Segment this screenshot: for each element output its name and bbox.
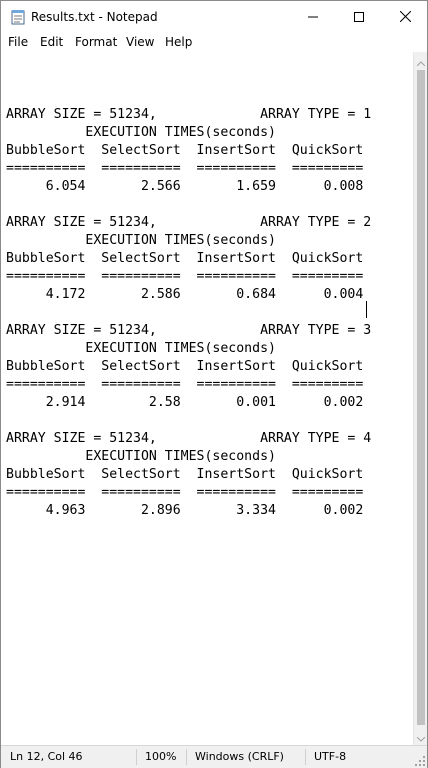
text-cursor — [366, 301, 367, 318]
text-line: 4.963 2.896 3.334 0.002 — [6, 503, 364, 518]
text-line: 6.054 2.566 1.659 0.008 — [6, 179, 364, 194]
title-bar[interactable]: Results.txt - Notepad — [1, 1, 427, 32]
text-line: ARRAY SIZE = 51234, ARRAY TYPE = 4 — [6, 431, 372, 446]
line-endings: Windows (CRLF) — [195, 750, 284, 763]
minimize-button[interactable] — [290, 1, 336, 32]
text-line: BubbleSort SelectSort InsertSort QuickSo… — [6, 251, 364, 266]
window-title: Results.txt - Notepad — [31, 10, 158, 24]
text-line: ARRAY SIZE = 51234, ARRAY TYPE = 2 — [6, 215, 372, 230]
status-divider — [305, 749, 306, 765]
text-line: BubbleSort SelectSort InsertSort QuickSo… — [6, 359, 364, 374]
text-line: ========== ========== ========== =======… — [6, 161, 364, 176]
text-line: EXECUTION TIMES(seconds) — [6, 341, 276, 356]
text-editor[interactable]: ARRAY SIZE = 51234, ARRAY TYPE = 1 EXECU… — [1, 52, 413, 745]
maximize-icon — [354, 7, 364, 26]
minimize-icon — [308, 7, 318, 26]
scroll-down-button[interactable] — [414, 728, 428, 745]
close-button[interactable] — [382, 1, 428, 32]
encoding: UTF-8 — [314, 750, 347, 763]
cursor-position: Ln 12, Col 46 — [10, 750, 83, 763]
text-line: 4.172 2.586 0.684 0.004 — [6, 287, 364, 302]
text-line: EXECUTION TIMES(seconds) — [6, 125, 276, 140]
text-line: ​ — [6, 196, 371, 214]
status-divider — [186, 749, 187, 765]
text-line: EXECUTION TIMES(seconds) — [6, 233, 276, 248]
editor-text: ARRAY SIZE = 51234, ARRAY TYPE = 1 EXECU… — [6, 88, 371, 556]
text-line: ARRAY SIZE = 51234, ARRAY TYPE = 3 — [6, 323, 372, 338]
text-line: BubbleSort SelectSort InsertSort QuickSo… — [6, 143, 364, 158]
status-bar: Ln 12, Col 46 100% Windows (CRLF) UTF-8 — [1, 745, 427, 768]
scroll-up-button[interactable] — [414, 52, 428, 69]
text-line: ​ — [6, 412, 371, 430]
maximize-button[interactable] — [336, 1, 382, 32]
menu-format[interactable]: Format — [75, 34, 117, 50]
text-line: ​ — [6, 304, 371, 322]
close-icon — [399, 7, 411, 26]
text-line: ARRAY SIZE = 51234, ARRAY TYPE = 1 — [6, 107, 372, 122]
chevron-down-icon — [416, 727, 426, 746]
text-line: ========== ========== ========== =======… — [6, 377, 364, 392]
text-line: ========== ========== ========== =======… — [6, 485, 364, 500]
menu-bar: File Edit Format View Help — [1, 32, 427, 52]
status-divider — [136, 749, 137, 765]
menu-edit[interactable]: Edit — [40, 34, 63, 50]
resize-grip-icon[interactable] — [415, 756, 425, 766]
notepad-window: Results.txt - Notepad File Edit Format V… — [0, 0, 428, 768]
scroll-thumb[interactable] — [417, 70, 425, 725]
text-line: 2.914 2.58 0.001 0.002 — [6, 395, 364, 410]
text-line: BubbleSort SelectSort InsertSort QuickSo… — [6, 467, 364, 482]
zoom-level: 100% — [145, 750, 177, 763]
text-line: ========== ========== ========== =======… — [6, 269, 364, 284]
notepad-icon — [11, 9, 25, 25]
menu-file[interactable]: File — [8, 34, 28, 50]
menu-help[interactable]: Help — [165, 34, 192, 50]
menu-view[interactable]: View — [126, 34, 154, 50]
text-line: EXECUTION TIMES(seconds) — [6, 449, 276, 464]
chevron-up-icon — [416, 51, 426, 70]
vertical-scrollbar[interactable] — [413, 52, 427, 745]
